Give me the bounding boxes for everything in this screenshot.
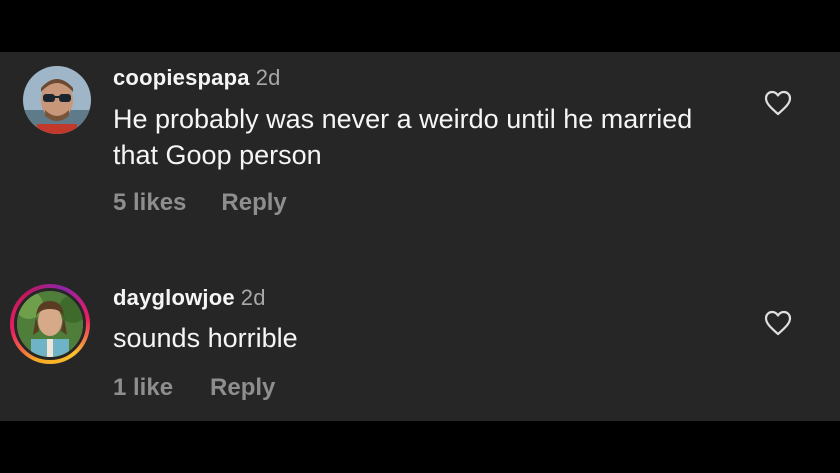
reply-button[interactable]: Reply: [210, 374, 275, 402]
comments-panel: coopiespapa 2d He probably was never a we…: [0, 52, 840, 421]
comment-timestamp: 2d: [240, 285, 266, 310]
story-ring-avatar[interactable]: [10, 284, 90, 364]
username-text[interactable]: dayglowjoe: [113, 285, 235, 310]
reply-button[interactable]: Reply: [221, 189, 286, 217]
comment-username[interactable]: coopiespapa 2d: [113, 65, 281, 91]
heart-icon[interactable]: [764, 90, 792, 116]
comment-text: He probably was never a weirdo until he …: [113, 104, 693, 170]
username-text[interactable]: coopiespapa: [113, 65, 250, 90]
comment-username[interactable]: dayglowjoe 2d: [113, 285, 266, 311]
likes-count[interactable]: 5 likes: [113, 189, 186, 217]
user-avatar-icon: [14, 288, 86, 360]
avatar[interactable]: [23, 66, 91, 134]
screenshot-frame: coopiespapa 2d He probably was never a we…: [0, 0, 840, 473]
comment-actions: 1 like Reply: [113, 374, 275, 402]
comment-text: sounds horrible: [113, 323, 298, 353]
heart-icon[interactable]: [764, 310, 792, 336]
comment-actions: 5 likes Reply: [113, 189, 287, 217]
user-avatar-icon: [23, 66, 91, 134]
comment-timestamp: 2d: [255, 65, 281, 90]
likes-count[interactable]: 1 like: [113, 374, 173, 402]
